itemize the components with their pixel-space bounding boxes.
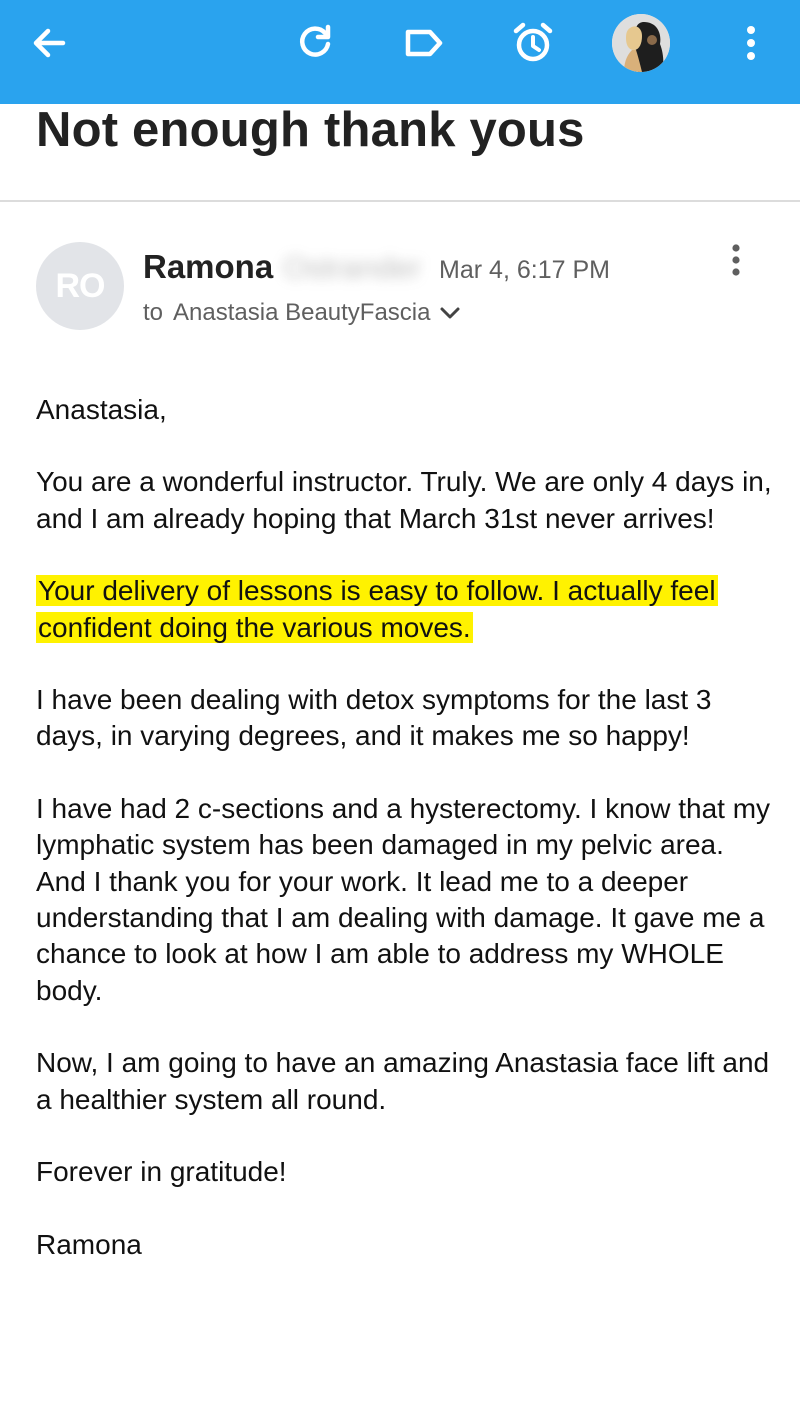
body-paragraph: You are a wonderful instructor. Truly. W… (36, 466, 772, 534)
label-button[interactable] (395, 14, 453, 72)
snooze-alarm-icon (513, 22, 553, 62)
account-avatar-button[interactable] (612, 14, 670, 72)
sender-initials: RO (55, 266, 106, 305)
subject-divider (0, 200, 800, 202)
body-paragraph: I have been dealing with detox symptoms … (36, 684, 712, 752)
body-paragraph: Anastasia, (36, 394, 167, 425)
refresh-button[interactable] (286, 14, 344, 72)
more-vert-icon (747, 26, 755, 60)
chevron-down-icon[interactable] (439, 305, 461, 321)
body-paragraph: Now, I am going to have an amazing Anast… (36, 1047, 770, 1115)
refresh-icon (299, 24, 331, 57)
more-vert-icon (732, 244, 740, 276)
email-subject: Not enough thank yous (36, 103, 585, 157)
email-body: Anastasia, You are a wonderful instructo… (36, 392, 776, 1299)
sender-line: Ramona Ostrander Mar 4, 6:17 PM (143, 248, 610, 292)
back-button[interactable] (20, 14, 78, 72)
recipient-line[interactable]: to Anastasia BeautyFascia (143, 296, 461, 330)
signature: Ramona (36, 1228, 142, 1260)
account-avatar (612, 14, 670, 72)
highlighted-paragraph: Your delivery of lessons is easy to foll… (36, 573, 776, 646)
sender-avatar[interactable]: RO (36, 242, 124, 330)
label-icon (405, 29, 443, 57)
sender-name[interactable]: Ramona (143, 248, 273, 286)
sender-surname-blurred: Ostrander (283, 250, 422, 285)
top-app-bar (0, 0, 800, 104)
to-label: to (143, 299, 164, 326)
more-options-button[interactable] (722, 14, 780, 72)
body-paragraph: Forever in gratitude! (36, 1156, 287, 1188)
message-more-button[interactable] (716, 238, 756, 282)
back-arrow-icon (33, 28, 66, 58)
recipient-name: Anastasia BeautyFascia (173, 299, 431, 326)
message-date: Mar 4, 6:17 PM (439, 256, 610, 284)
highlighted-text: Your delivery of lessons is easy to foll… (36, 575, 718, 643)
body-paragraph: I have had 2 c-sections and a hysterecto… (36, 792, 771, 1006)
snooze-button[interactable] (504, 14, 562, 72)
